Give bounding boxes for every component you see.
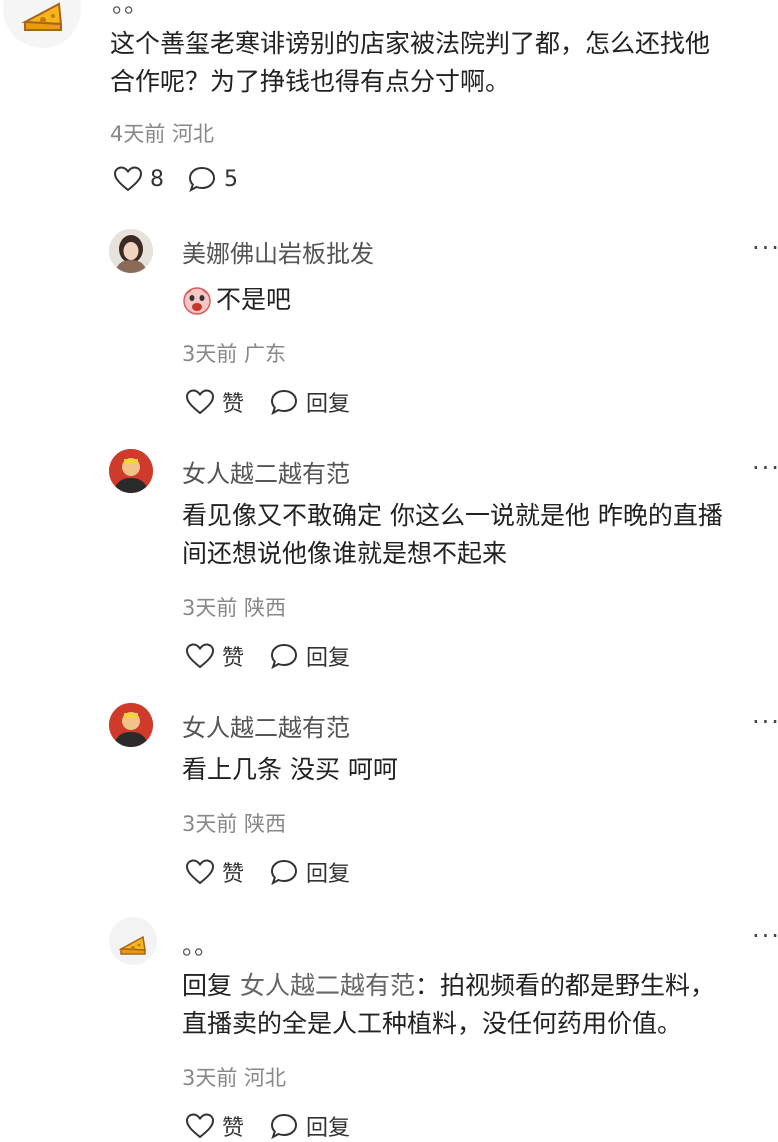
reply-colon: ： [414, 971, 440, 1000]
reply-text-line1: 看上几条 没买 呵呵 [182, 755, 398, 784]
reply-label: 回复 [306, 1116, 351, 1141]
like-button[interactable]: 赞 [186, 386, 244, 418]
reply-meta: 3天前 河北 [182, 1066, 287, 1090]
more-options-icon[interactable]: ··· [752, 708, 778, 736]
reply-button[interactable]: 回复 [270, 386, 350, 418]
top-comment-text-line1: 这个善玺老寒诽谤别的店家被法院判了都，怎么还找他 [110, 29, 711, 58]
like-label: 赞 [222, 1116, 245, 1141]
reply-text: 不是吧 [182, 280, 291, 319]
like-button[interactable]: 8 [114, 166, 164, 192]
heart-icon [114, 166, 142, 192]
comment-icon [270, 643, 298, 669]
reply-meta: 3天前 陕西 [182, 812, 287, 836]
top-comment-username[interactable]: 。。 [112, 0, 148, 19]
reply-username[interactable]: 。。 [182, 926, 218, 961]
reply-text-line1: 不是吧 [216, 285, 292, 314]
reply-label: 回复 [306, 862, 351, 887]
heart-icon [186, 389, 214, 415]
reply-text-line1: 看见像又不敢确定 你这么一说就是他 昨晚的直播 [182, 501, 723, 530]
reply-count: 5 [224, 166, 238, 192]
avatar[interactable] [109, 449, 153, 493]
reply-text-line1: 回复 女人越二越有范：拍视频看的都是野生料， [182, 966, 715, 1005]
user-photo-icon [109, 449, 153, 493]
more-options-icon[interactable]: ··· [752, 454, 778, 482]
more-options-icon[interactable]: ··· [752, 922, 778, 950]
like-label: 赞 [222, 646, 245, 671]
like-label: 赞 [222, 862, 245, 887]
reply-meta: 3天前 广东 [182, 342, 287, 366]
reply-username[interactable]: 女人越二越有范 [182, 708, 350, 743]
reply-label: 回复 [306, 646, 351, 671]
like-count: 8 [150, 166, 164, 192]
avatar[interactable] [109, 229, 153, 273]
cheese-avatar[interactable] [3, 0, 81, 48]
cheese-avatar[interactable] [109, 917, 157, 965]
cheese-icon [118, 935, 146, 955]
reply-button[interactable]: 回复 [270, 1110, 350, 1142]
comment-icon [270, 1113, 298, 1139]
top-comment-text-line2: 合作呢？为了挣钱也得有点分寸啊。 [110, 67, 511, 96]
user-photo-icon [109, 703, 153, 747]
like-label: 赞 [222, 392, 245, 417]
reply-username[interactable]: 女人越二越有范 [182, 454, 350, 489]
top-comment-meta: 4天前 河北 [110, 122, 215, 146]
reply-text-line2: 直播卖的全是人工种植料，没任何药用价值。 [182, 1009, 683, 1038]
user-photo-icon [109, 229, 153, 273]
heart-icon [186, 643, 214, 669]
heart-icon [186, 859, 214, 885]
reply-button[interactable]: 5 [188, 166, 238, 192]
avatar[interactable] [109, 703, 153, 747]
reply-button[interactable]: 回复 [270, 640, 350, 672]
comment-icon [188, 166, 216, 192]
crying-face-emoji-icon [182, 286, 212, 316]
heart-icon [186, 1113, 214, 1139]
reply-to-username[interactable]: 女人越二越有范 [240, 971, 415, 1000]
like-button[interactable]: 赞 [186, 1110, 244, 1142]
more-options-icon[interactable]: ··· [752, 234, 778, 262]
reply-text-line2: 间还想说他像谁就是想不起来 [182, 539, 508, 568]
reply-meta: 3天前 陕西 [182, 596, 287, 620]
like-button[interactable]: 赞 [186, 856, 244, 888]
like-button[interactable]: 赞 [186, 640, 244, 672]
comment-icon [270, 859, 298, 885]
cheese-icon [21, 2, 63, 31]
reply-button[interactable]: 回复 [270, 856, 350, 888]
reply-prefix: 回复 [182, 971, 233, 1000]
reply-username[interactable]: 美娜佛山岩板批发 [182, 234, 374, 269]
comment-icon [270, 389, 298, 415]
reply-label: 回复 [306, 392, 351, 417]
reply-text-body: 拍视频看的都是野生料， [440, 971, 716, 1000]
